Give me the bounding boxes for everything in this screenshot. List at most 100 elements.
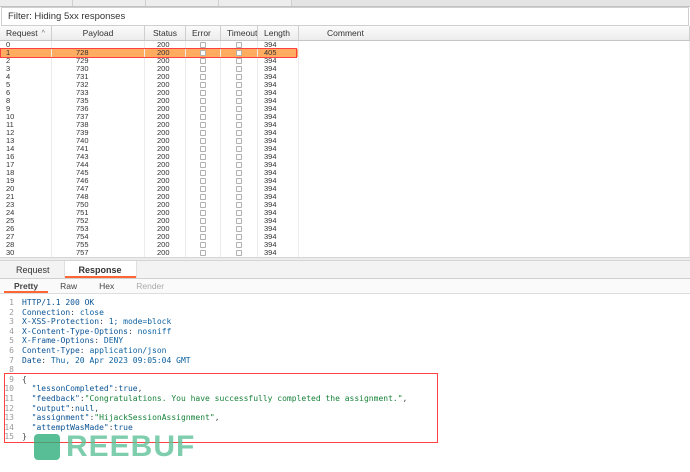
- view-tab-hex[interactable]: Hex: [89, 279, 124, 293]
- editor-tab-request[interactable]: Request: [2, 261, 65, 278]
- timeout-checkbox[interactable]: [236, 170, 242, 176]
- error-checkbox[interactable]: [200, 138, 206, 144]
- error-checkbox[interactable]: [200, 98, 206, 104]
- view-tab-render[interactable]: Render: [126, 279, 174, 293]
- table-row[interactable]: 6 733 200 394: [0, 89, 690, 97]
- error-checkbox[interactable]: [200, 130, 206, 136]
- timeout-checkbox[interactable]: [236, 226, 242, 232]
- timeout-checkbox[interactable]: [236, 186, 242, 192]
- timeout-checkbox[interactable]: [236, 42, 242, 48]
- timeout-checkbox[interactable]: [236, 114, 242, 120]
- error-checkbox[interactable]: [200, 210, 206, 216]
- table-row[interactable]: 12 739 200 394: [0, 129, 690, 137]
- cell-error: [186, 105, 221, 113]
- timeout-checkbox[interactable]: [236, 106, 242, 112]
- table-row[interactable]: 28 755 200 394: [0, 241, 690, 249]
- error-checkbox[interactable]: [200, 154, 206, 160]
- table-row[interactable]: 21 748 200 394: [0, 193, 690, 201]
- line-number: 2: [9, 307, 14, 317]
- error-checkbox[interactable]: [200, 50, 206, 56]
- table-row[interactable]: 25 752 200 394: [0, 217, 690, 225]
- cell-status: 200: [145, 121, 186, 129]
- error-checkbox[interactable]: [200, 106, 206, 112]
- timeout-checkbox[interactable]: [236, 74, 242, 80]
- timeout-checkbox[interactable]: [236, 82, 242, 88]
- filter-bar[interactable]: Filter: Hiding 5xx responses: [1, 7, 689, 26]
- table-row[interactable]: 9 736 200 394: [0, 105, 690, 113]
- table-row[interactable]: 27 754 200 394: [0, 233, 690, 241]
- error-checkbox[interactable]: [200, 42, 206, 48]
- timeout-checkbox[interactable]: [236, 178, 242, 184]
- error-checkbox[interactable]: [200, 242, 206, 248]
- error-checkbox[interactable]: [200, 74, 206, 80]
- timeout-checkbox[interactable]: [236, 58, 242, 64]
- column-header-timeout[interactable]: Timeout: [221, 26, 258, 40]
- error-checkbox[interactable]: [200, 234, 206, 240]
- timeout-checkbox[interactable]: [236, 98, 242, 104]
- error-checkbox[interactable]: [200, 82, 206, 88]
- column-header-status[interactable]: Status: [145, 26, 186, 40]
- timeout-checkbox[interactable]: [236, 234, 242, 240]
- timeout-checkbox[interactable]: [236, 122, 242, 128]
- timeout-checkbox[interactable]: [236, 202, 242, 208]
- timeout-checkbox[interactable]: [236, 154, 242, 160]
- table-row[interactable]: 10 737 200 394: [0, 113, 690, 121]
- error-checkbox[interactable]: [200, 58, 206, 64]
- timeout-checkbox[interactable]: [236, 90, 242, 96]
- table-row[interactable]: 11 738 200 394: [0, 121, 690, 129]
- table-row[interactable]: 20 747 200 394: [0, 185, 690, 193]
- timeout-checkbox[interactable]: [236, 146, 242, 152]
- table-row[interactable]: 5 732 200 394: [0, 81, 690, 89]
- timeout-checkbox[interactable]: [236, 50, 242, 56]
- error-checkbox[interactable]: [200, 218, 206, 224]
- column-header-length[interactable]: Length: [258, 26, 299, 40]
- table-row[interactable]: 16 743 200 394: [0, 153, 690, 161]
- timeout-checkbox[interactable]: [236, 242, 242, 248]
- timeout-checkbox[interactable]: [236, 130, 242, 136]
- error-checkbox[interactable]: [200, 162, 206, 168]
- table-row[interactable]: 8 735 200 394: [0, 97, 690, 105]
- error-checkbox[interactable]: [200, 194, 206, 200]
- cell-length: 394: [258, 145, 299, 153]
- table-row[interactable]: 30 757 200 394: [0, 249, 690, 257]
- table-row[interactable]: 26 753 200 394: [0, 225, 690, 233]
- timeout-checkbox[interactable]: [236, 250, 242, 256]
- error-checkbox[interactable]: [200, 186, 206, 192]
- error-checkbox[interactable]: [200, 178, 206, 184]
- view-tab-raw[interactable]: Raw: [50, 279, 87, 293]
- column-header-payload[interactable]: Payload: [52, 26, 145, 40]
- error-checkbox[interactable]: [200, 90, 206, 96]
- error-checkbox[interactable]: [200, 114, 206, 120]
- table-row[interactable]: 24 751 200 394: [0, 209, 690, 217]
- table-row[interactable]: 13 740 200 394: [0, 137, 690, 145]
- error-checkbox[interactable]: [200, 170, 206, 176]
- editor-tab-response[interactable]: Response: [64, 261, 137, 278]
- table-row[interactable]: 23 750 200 394: [0, 201, 690, 209]
- cell-error: [186, 145, 221, 153]
- column-header-request[interactable]: Request ^: [0, 26, 52, 40]
- error-checkbox[interactable]: [200, 202, 206, 208]
- error-checkbox[interactable]: [200, 122, 206, 128]
- table-row[interactable]: 4 731 200 394: [0, 73, 690, 81]
- error-checkbox[interactable]: [200, 226, 206, 232]
- table-row[interactable]: 0 200 394: [0, 41, 690, 49]
- timeout-checkbox[interactable]: [236, 218, 242, 224]
- table-row[interactable]: 3 730 200 394: [0, 65, 690, 73]
- table-row[interactable]: 18 745 200 394: [0, 169, 690, 177]
- error-checkbox[interactable]: [200, 250, 206, 256]
- error-checkbox[interactable]: [200, 146, 206, 152]
- view-tab-pretty[interactable]: Pretty: [4, 279, 48, 293]
- column-header-error[interactable]: Error: [186, 26, 221, 40]
- table-row[interactable]: 17 744 200 394: [0, 161, 690, 169]
- timeout-checkbox[interactable]: [236, 66, 242, 72]
- timeout-checkbox[interactable]: [236, 210, 242, 216]
- timeout-checkbox[interactable]: [236, 162, 242, 168]
- column-header-comment[interactable]: Comment: [299, 26, 690, 40]
- error-checkbox[interactable]: [200, 66, 206, 72]
- table-row[interactable]: 2 729 200 394: [0, 57, 690, 65]
- table-row[interactable]: 1 728 200 405: [0, 49, 690, 57]
- timeout-checkbox[interactable]: [236, 194, 242, 200]
- table-row[interactable]: 14 741 200 394: [0, 145, 690, 153]
- timeout-checkbox[interactable]: [236, 138, 242, 144]
- table-row[interactable]: 19 746 200 394: [0, 177, 690, 185]
